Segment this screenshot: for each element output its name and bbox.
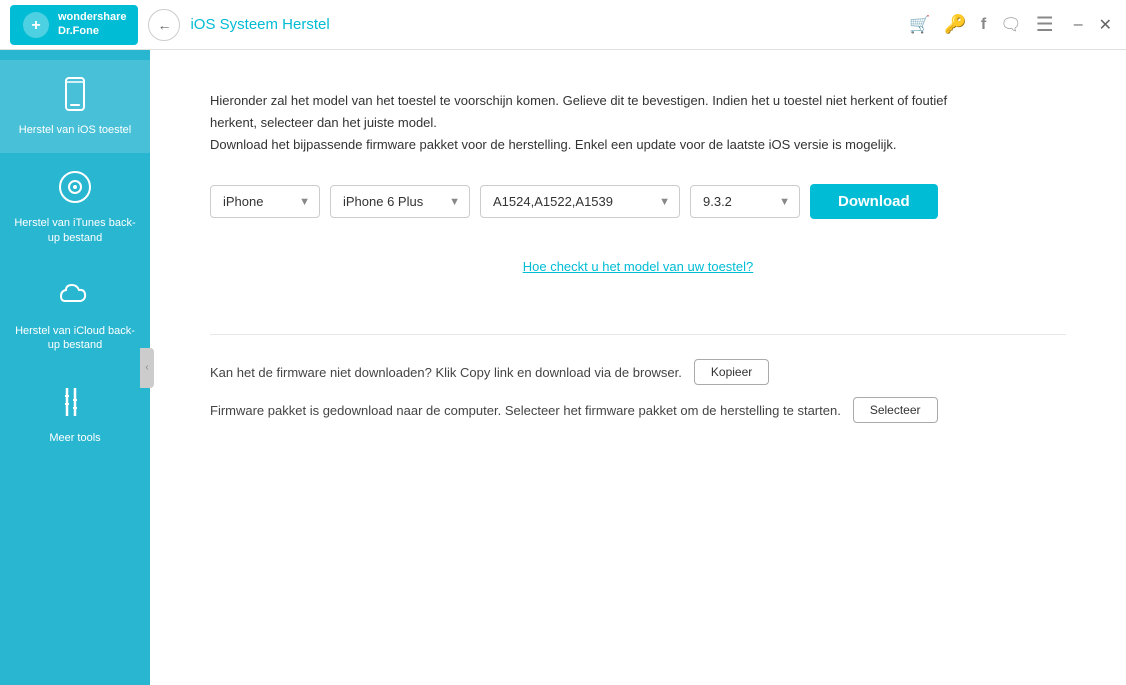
minimize-button[interactable]: – bbox=[1070, 12, 1087, 38]
select-firmware-row: Firmware pakket is gedownload naar de co… bbox=[210, 397, 1066, 423]
back-button[interactable]: ← bbox=[148, 9, 180, 41]
dropdowns-row: iPhone iPad iPod ▼ iPhone 6 Plus iPhone … bbox=[210, 184, 1066, 219]
content-area: Hieronder zal het model van het toestel … bbox=[150, 50, 1126, 685]
title-bar: + wondershare Dr.Fone ← iOS Systeem Hers… bbox=[0, 0, 1126, 50]
model-dropdown[interactable]: iPhone 6 Plus iPhone 6 iPhone 6s iPhone … bbox=[330, 185, 470, 218]
main-layout: Herstel van iOS toestel Herstel van iTun… bbox=[0, 50, 1126, 685]
description-text: Hieronder zal het model van het toestel … bbox=[210, 90, 960, 156]
cart-icon[interactable]: 🛒 bbox=[909, 15, 930, 35]
version-dropdown[interactable]: 9.3.2 9.3.1 9.3 9.2.1 bbox=[690, 185, 800, 218]
person-icon[interactable]: 🔑 bbox=[944, 14, 966, 35]
facebook-icon[interactable]: f bbox=[981, 16, 986, 34]
version-dropdown-wrapper: 9.3.2 9.3.1 9.3 9.2.1 ▼ bbox=[690, 185, 800, 218]
select-firmware-text: Firmware pakket is gedownload naar de co… bbox=[210, 403, 841, 418]
page-title: iOS Systeem Herstel bbox=[190, 16, 909, 33]
model-dropdown-wrapper: iPhone 6 Plus iPhone 6 iPhone 6s iPhone … bbox=[330, 185, 470, 218]
model-number-dropdown-wrapper: A1524,A1522,A1539 ▼ bbox=[480, 185, 680, 218]
select-button[interactable]: Selecteer bbox=[853, 397, 938, 423]
toolbar-icons: 🛒 🔑 f 🗨 ☰ bbox=[909, 12, 1053, 37]
sidebar-item-more-tools[interactable]: Meer tools bbox=[0, 368, 150, 461]
copy-button[interactable]: Kopieer bbox=[694, 359, 769, 385]
music-icon bbox=[57, 169, 93, 210]
check-model-link[interactable]: Hoe checkt u het model van uw toestel? bbox=[210, 259, 1066, 274]
sidebar-label-ios-restore: Herstel van iOS toestel bbox=[19, 123, 132, 137]
window-controls: – ✕ bbox=[1070, 11, 1116, 39]
svg-text:+: + bbox=[31, 17, 40, 34]
logo-icon: + bbox=[22, 11, 50, 39]
copy-firmware-text: Kan het de firmware niet downloaden? Kli… bbox=[210, 365, 682, 380]
sidebar-item-icloud-restore[interactable]: Herstel van iCloud back-up bestand bbox=[0, 261, 150, 369]
sidebar: Herstel van iOS toestel Herstel van iTun… bbox=[0, 50, 150, 685]
speech-icon[interactable]: 🗨 bbox=[1000, 15, 1022, 35]
model-number-dropdown[interactable]: A1524,A1522,A1539 bbox=[480, 185, 680, 218]
sidebar-item-ios-restore[interactable]: Herstel van iOS toestel bbox=[0, 60, 150, 153]
sidebar-label-itunes-restore: Herstel van iTunes back-up bestand bbox=[10, 216, 140, 245]
device-dropdown-wrapper: iPhone iPad iPod ▼ bbox=[210, 185, 320, 218]
tools-icon bbox=[57, 384, 93, 425]
cloud-icon bbox=[57, 277, 93, 318]
logo-text: wondershare Dr.Fone bbox=[58, 11, 126, 37]
download-button[interactable]: Download bbox=[810, 184, 938, 219]
logo: + wondershare Dr.Fone bbox=[10, 5, 138, 45]
close-button[interactable]: ✕ bbox=[1095, 11, 1116, 39]
device-dropdown[interactable]: iPhone iPad iPod bbox=[210, 185, 320, 218]
sidebar-label-icloud-restore: Herstel van iCloud back-up bestand bbox=[10, 324, 140, 353]
menu-icon[interactable]: ☰ bbox=[1036, 12, 1054, 37]
sidebar-item-itunes-restore[interactable]: Herstel van iTunes back-up bestand bbox=[0, 153, 150, 261]
sidebar-label-more-tools: Meer tools bbox=[49, 431, 100, 445]
bottom-section: Kan het de firmware niet downloaden? Kli… bbox=[210, 334, 1066, 423]
phone-icon bbox=[57, 76, 93, 117]
copy-firmware-row: Kan het de firmware niet downloaden? Kli… bbox=[210, 359, 1066, 385]
sidebar-collapse-tab[interactable]: ‹ bbox=[140, 348, 154, 388]
